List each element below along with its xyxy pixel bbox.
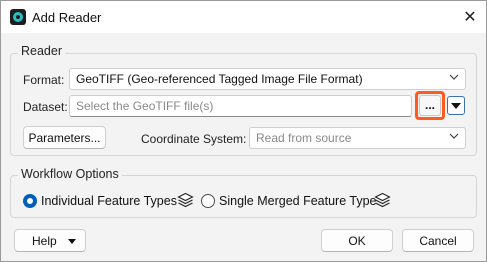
help-button[interactable]: Help: [14, 229, 86, 252]
coordinate-system-select[interactable]: Read from source: [249, 127, 466, 149]
single-merged-feature-type-label[interactable]: Single Merged Feature Type: [219, 194, 377, 208]
parameters-button[interactable]: Parameters...: [23, 126, 106, 149]
dialog-title: Add Reader: [32, 10, 102, 25]
individual-feature-types-label[interactable]: Individual Feature Types: [41, 194, 177, 208]
dataset-label: Dataset:: [23, 100, 68, 114]
layers-icon: [177, 192, 194, 208]
dataset-placeholder: Select the GeoTIFF file(s): [76, 99, 214, 113]
chevron-down-icon: [449, 72, 459, 85]
chevron-down-icon: [449, 131, 459, 144]
coordinate-system-label: Coordinate System:: [141, 132, 247, 146]
help-button-label: Help: [32, 233, 57, 248]
dataset-dropdown-button[interactable]: [447, 96, 465, 115]
browse-button[interactable]: ...: [419, 95, 441, 116]
cancel-button[interactable]: Cancel: [402, 229, 474, 252]
ok-button[interactable]: OK: [321, 229, 393, 252]
app-icon: [10, 9, 26, 25]
triangle-down-icon: [68, 239, 76, 244]
close-icon[interactable]: ✕: [457, 5, 483, 29]
coordinate-system-value: Read from source: [256, 131, 352, 145]
title-bar: Add Reader ✕: [1, 1, 486, 33]
single-merged-feature-type-radio[interactable]: [201, 194, 215, 208]
reader-group-label: Reader: [18, 44, 65, 58]
add-reader-dialog: Add Reader ✕ Reader Format: GeoTIFF (Geo…: [0, 0, 487, 262]
format-select[interactable]: GeoTIFF (Geo-referenced Tagged Image Fil…: [69, 68, 466, 90]
dataset-input[interactable]: Select the GeoTIFF file(s): [69, 95, 412, 117]
workflow-group-label: Workflow Options: [18, 167, 122, 181]
triangle-down-icon: [451, 102, 461, 109]
format-value: GeoTIFF (Geo-referenced Tagged Image Fil…: [76, 72, 363, 86]
format-label: Format:: [23, 73, 65, 87]
individual-feature-types-radio[interactable]: [23, 194, 37, 208]
layers-icon: [374, 192, 391, 208]
